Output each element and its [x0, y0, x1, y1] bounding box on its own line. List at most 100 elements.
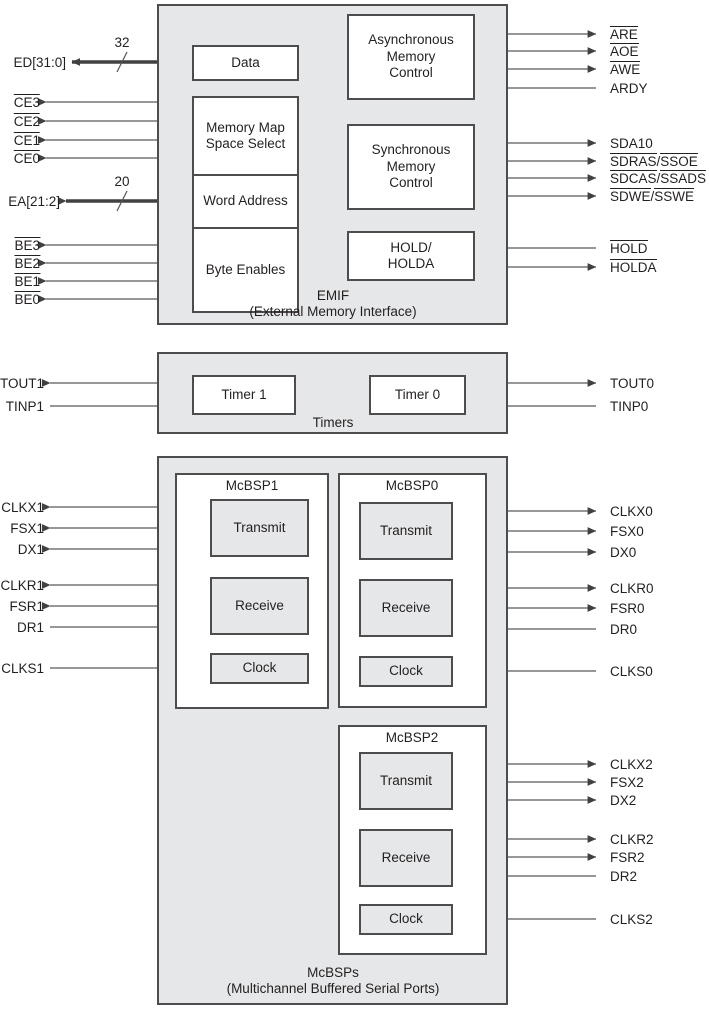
signal-label-dx1: DX1	[18, 542, 44, 558]
mcbsp0-transmit-block[interactable]: Transmit	[359, 502, 453, 560]
mcbsp1-receive-label: Receive	[235, 597, 284, 613]
clkx0-text: CLKX0	[610, 504, 653, 519]
mcbsp1-clock-block[interactable]: Clock	[210, 653, 309, 684]
mcbsps-title-line1: McBSPs	[307, 965, 359, 980]
signal-label-ce3: CE3	[13, 93, 41, 111]
timer1-label: Timer 1	[221, 386, 267, 402]
dr2-text: DR2	[610, 869, 638, 884]
signal-label-are: ARE	[610, 25, 638, 43]
clks2-text: CLKS2	[610, 912, 653, 927]
async-line3: Control	[389, 65, 433, 81]
tinp0-text: TINP0	[610, 399, 649, 414]
tout1-text: TOUT1	[0, 376, 44, 391]
signal-label-fsr1: FSR1	[9, 599, 44, 615]
hold-label: HOLD/ HOLDA	[388, 240, 435, 273]
sdras-text: SDRAS	[610, 152, 657, 169]
mcbsp1-transmit-block[interactable]: Transmit	[210, 499, 309, 557]
mcbsp0-title: McBSP0	[386, 478, 439, 494]
mcbsp2-transmit-block[interactable]: Transmit	[359, 752, 453, 810]
clkr2-text: CLKR2	[610, 832, 654, 847]
sync-line1: Synchronous	[371, 142, 451, 158]
signal-label-ardy: ARDY	[610, 81, 648, 97]
signal-label-clks2: CLKS2	[610, 912, 653, 928]
dx2-text: DX2	[610, 793, 637, 808]
block-diagram-canvas: Data Memory Map Space Select Word Addres…	[0, 0, 709, 1009]
fsx2-text: FSX2	[610, 775, 644, 790]
emif-data-block[interactable]: Data	[192, 45, 299, 81]
tinp1-text: TINP1	[5, 399, 44, 414]
mcbsp0-clock-block[interactable]: Clock	[359, 656, 453, 687]
sdwe-text: SDWE	[610, 187, 651, 204]
signal-label-awe: AWE	[610, 60, 641, 78]
clkr0-text: CLKR0	[610, 581, 654, 596]
signal-label-dr1: DR1	[17, 620, 44, 636]
clkx2-text: CLKX2	[610, 757, 653, 772]
hold-line2: HOLDA	[387, 256, 435, 271]
sdcas-text: SDCAS	[610, 169, 657, 186]
tout0-text: TOUT0	[610, 376, 655, 391]
signal-label-be2: BE2	[14, 254, 40, 272]
signal-label-clks0: CLKS0	[610, 664, 653, 680]
fsx1-text: FSX1	[10, 521, 44, 536]
be1-text: BE1	[14, 272, 40, 289]
signal-label-tout0: TOUT0	[610, 376, 654, 392]
aoe-text: AOE	[610, 42, 639, 59]
ce0-text: CE0	[13, 149, 41, 166]
mcbsp2-clock-block[interactable]: Clock	[359, 904, 453, 935]
mcbsp0-transmit-label: Transmit	[379, 522, 432, 538]
signal-label-ed: ED[31:0]	[13, 55, 66, 71]
mcbsp1-title-text: McBSP1	[225, 478, 279, 493]
fsr1-text: FSR1	[9, 599, 44, 614]
mcbsp2-receive-label: Receive	[381, 849, 431, 865]
signal-label-aoe: AOE	[610, 42, 639, 60]
sda10-text: SDA10	[610, 136, 653, 151]
emif-async-memory-control-block[interactable]: Asynchronous Memory Control	[347, 14, 475, 100]
signal-label-dr2: DR2	[610, 869, 637, 885]
mcbsp2-title: McBSP2	[386, 730, 439, 746]
mcbsp2-transmit-label: Transmit	[379, 772, 432, 788]
data-bus-width: 32	[114, 35, 130, 50]
mm-line2: Space Select	[205, 136, 286, 151]
mcbsp0-clock-label: Clock	[389, 663, 423, 679]
timers-panel-title: Timers	[313, 415, 354, 431]
ce3-text: CE3	[13, 93, 41, 110]
signal-label-clkx2: CLKX2	[610, 757, 653, 773]
emif-sync-memory-control-block[interactable]: Synchronous Memory Control	[347, 124, 475, 210]
timers-title-text: Timers	[312, 415, 354, 430]
mcbsp0-receive-block[interactable]: Receive	[359, 579, 453, 637]
ea-text: EA[21:2]	[8, 194, 60, 209]
signal-label-sda10: SDA10	[610, 136, 653, 152]
async-line2: Memory	[386, 48, 436, 64]
emif-hold-holda-block[interactable]: HOLD/ HOLDA	[347, 231, 475, 281]
clkx1-text: CLKX1	[1, 500, 44, 515]
async-line1: Asynchronous	[368, 32, 454, 48]
ssoe-text: SSOE	[660, 152, 698, 169]
emif-word-address-block[interactable]: Word Address	[192, 175, 299, 228]
signal-label-hold: HOLD	[610, 239, 648, 257]
hold-text: HOLD	[610, 239, 648, 256]
emif-title-line2: (External Memory Interface)	[249, 304, 417, 320]
emif-word-address-label: Word Address	[203, 193, 288, 209]
timer1-block[interactable]: Timer 1	[192, 375, 296, 415]
mcbsp1-receive-block[interactable]: Receive	[210, 577, 309, 635]
signal-label-sdwe-sswe: SDWE/SSWE	[610, 187, 694, 205]
mcbsp2-title-text: McBSP2	[385, 730, 439, 745]
emif-byte-enables-label: Byte Enables	[205, 261, 286, 277]
awe-text: AWE	[610, 60, 641, 77]
fsx0-text: FSX0	[610, 524, 644, 539]
signal-label-tout1: TOUT1	[0, 376, 44, 392]
timer0-block[interactable]: Timer 0	[369, 375, 466, 415]
mcbsps-panel-title: McBSPs (Multichannel Buffered Serial Por…	[227, 965, 440, 998]
signal-label-holda: HOLDA	[610, 258, 657, 276]
bus-width-data: 32	[114, 35, 129, 51]
clks1-text: CLKS1	[1, 661, 44, 676]
mcbsp0-receive-label: Receive	[381, 599, 431, 615]
mcbsp1-title: McBSP1	[226, 478, 279, 494]
emif-memory-map-block[interactable]: Memory Map Space Select	[192, 96, 299, 175]
mcbsp2-receive-block[interactable]: Receive	[359, 829, 453, 887]
signal-label-tinp0: TINP0	[610, 399, 648, 415]
signal-label-fsx1: FSX1	[10, 521, 44, 537]
signal-label-fsr0: FSR0	[610, 601, 645, 617]
sync-line3: Control	[389, 175, 433, 191]
mm-line1: Memory Map	[206, 119, 285, 135]
